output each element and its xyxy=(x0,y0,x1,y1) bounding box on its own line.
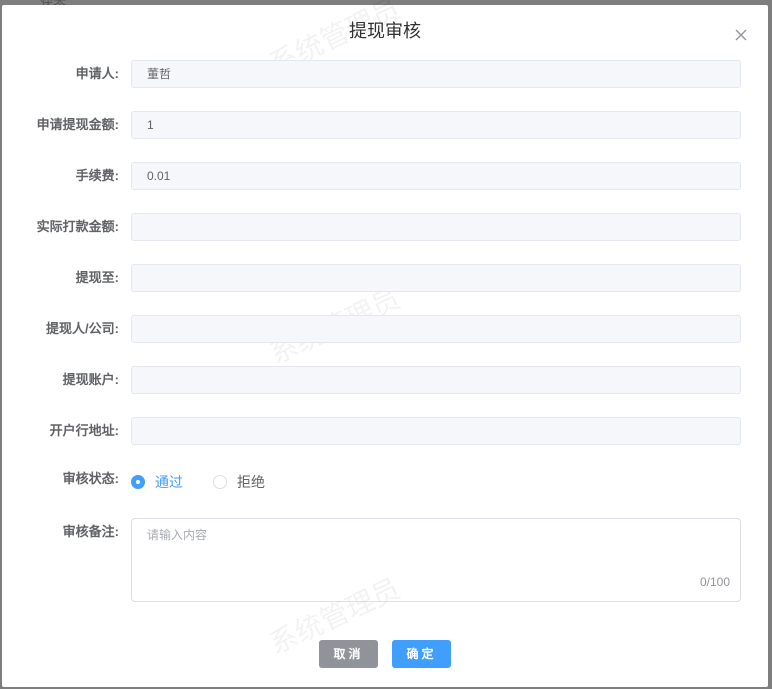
form-row: 开户行地址: xyxy=(2,417,768,445)
field-label: 实际打款金额: xyxy=(36,219,119,234)
field-input[interactable]: 董哲 xyxy=(131,60,741,88)
field-input[interactable] xyxy=(131,366,741,394)
confirm-button[interactable]: 确定 xyxy=(392,640,451,668)
field-label: 申请人: xyxy=(75,66,119,81)
radio-label: 通过 xyxy=(155,474,183,490)
form-row: 提现账户: xyxy=(2,366,768,394)
field-input[interactable]: 0.01 xyxy=(131,162,741,190)
radio-approve[interactable]: 通过 xyxy=(131,472,183,492)
field-label: 申请提现金额: xyxy=(36,117,119,132)
dialog-title: 提现审核 xyxy=(349,21,421,41)
form-row: 手续费: 0.01 xyxy=(2,162,768,190)
field-label: 开户行地址: xyxy=(49,423,119,438)
field-label: 提现人/公司: xyxy=(46,321,119,336)
form-row: 申请人: 董哲 xyxy=(2,60,768,88)
form-row: 提现至: xyxy=(2,264,768,292)
field-input[interactable] xyxy=(131,213,741,241)
remark-placeholder: 请输入内容 xyxy=(147,528,208,542)
remark-textarea[interactable]: 请输入内容 0/100 xyxy=(131,518,741,602)
radio-unchecked-icon xyxy=(213,475,227,489)
remark-label: 审核备注: xyxy=(62,524,119,539)
status-label: 审核状态: xyxy=(62,471,119,486)
form-row: 申请提现金额: 1 xyxy=(2,111,768,139)
radio-label: 拒绝 xyxy=(237,474,265,490)
field-input[interactable]: 1 xyxy=(131,111,741,139)
field-label: 手续费: xyxy=(75,168,119,183)
char-counter: 0/100 xyxy=(699,575,730,589)
form-row: 提现人/公司: xyxy=(2,315,768,343)
form-row: 实际打款金额: xyxy=(2,213,768,241)
field-input[interactable] xyxy=(131,264,741,292)
field-label: 提现账户: xyxy=(62,372,119,387)
cancel-button[interactable]: 取消 xyxy=(319,640,378,668)
withdraw-review-dialog: 系统管理员 系统管理员 系统管理员 提现审核 申请人:董哲申请提现金额:1手续费… xyxy=(2,0,768,687)
radio-checked-icon xyxy=(131,475,145,489)
status-row: 审核状态: 通过 拒绝 xyxy=(2,465,768,493)
field-label: 提现至: xyxy=(75,270,119,285)
field-input[interactable] xyxy=(131,315,741,343)
field-input[interactable] xyxy=(131,417,741,445)
close-icon[interactable] xyxy=(735,29,747,41)
radio-reject[interactable]: 拒绝 xyxy=(213,472,265,492)
